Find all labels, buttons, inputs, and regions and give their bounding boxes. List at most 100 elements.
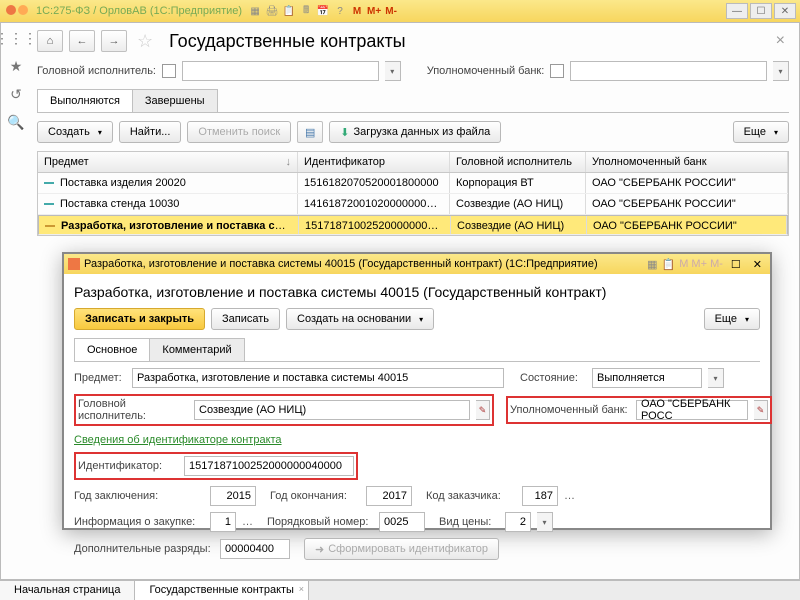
create-based-button[interactable]: Создать на основании▾ [286, 308, 434, 330]
label-extra: Дополнительные разряды: [74, 543, 214, 555]
dialog-tool-icon[interactable]: ▦ [647, 258, 657, 271]
state-dropdown[interactable]: ▾ [708, 368, 724, 388]
input-extra[interactable]: 00000400 [220, 539, 290, 559]
dialog-more-button[interactable]: Еще▾ [704, 308, 760, 330]
dialog-tab-main[interactable]: Основное [74, 338, 150, 361]
label-subject: Предмет: [74, 372, 126, 384]
filter-bank-checkbox[interactable] [550, 64, 564, 78]
close-tab-icon[interactable]: × [299, 584, 304, 594]
dialog-titlebar: Разработка, изготовление и поставка сист… [64, 254, 770, 274]
print-icon[interactable]: 🖨 [265, 4, 279, 18]
exec-group-highlight: Головной исполнитель: Созвездие (АО НИЦ)… [74, 394, 494, 426]
filter-exec-checkbox[interactable] [162, 64, 176, 78]
input-id[interactable]: 1517187100252000000040000 [184, 456, 354, 476]
table-row[interactable]: Поставка изделия 20020 15161820705200018… [38, 173, 788, 194]
table-row[interactable]: Поставка стенда 10030 141618720010200000… [38, 194, 788, 215]
favorite-icon[interactable]: ☆ [137, 31, 153, 52]
tab-finished[interactable]: Завершены [132, 89, 218, 112]
col-id[interactable]: Идентификатор [298, 152, 450, 172]
customer-more-button[interactable]: … [564, 490, 575, 502]
input-year-end[interactable]: 2017 [366, 486, 412, 506]
input-subject[interactable]: Разработка, изготовление и поставка сист… [132, 368, 504, 388]
col-bank[interactable]: Уполномоченный банк [586, 152, 788, 172]
contracts-table: Предмет↓ Идентификатор Головной исполнит… [37, 151, 789, 236]
create-button[interactable]: Создать▾ [37, 121, 113, 143]
star-icon[interactable]: ★ [7, 57, 25, 75]
back-button[interactable]: ← [69, 30, 95, 52]
price-dropdown[interactable]: ▾ [537, 512, 553, 532]
clipboard-icon[interactable]: 📋 [282, 4, 296, 18]
filter-exec-label: Головной исполнитель: [37, 65, 156, 77]
exec-lookup-icon[interactable]: ✎ [476, 400, 490, 420]
save-button[interactable]: Записать [211, 308, 280, 330]
load-from-file-button[interactable]: ⬇Загрузка данных из файла [329, 121, 501, 143]
input-price-kind[interactable]: 2 [505, 512, 531, 532]
m-plus-button[interactable]: M+ [367, 4, 381, 18]
filter-bank-select[interactable] [570, 61, 767, 81]
input-customer-code[interactable]: 187 [522, 486, 558, 506]
label-id: Идентификатор: [78, 460, 178, 472]
filter-exec-select[interactable] [182, 61, 379, 81]
col-exec[interactable]: Головной исполнитель [450, 152, 586, 172]
contract-dialog: Разработка, изготовление и поставка сист… [62, 252, 772, 530]
calc-icon[interactable]: 🖩 [299, 4, 313, 18]
section-identifier: Сведения об идентификаторе контракта [74, 434, 760, 446]
id-group-highlight: Идентификатор: 1517187100252000000040000 [74, 452, 358, 480]
page-title: Государственные контракты [169, 31, 405, 52]
dialog-restore-button[interactable]: ☐ [727, 258, 745, 271]
list-settings-icon[interactable]: ▤ [297, 121, 323, 143]
dialog-m[interactable]: M M+ M- [679, 258, 723, 270]
m-button[interactable]: M [350, 4, 364, 18]
m-minus-button[interactable]: M- [384, 4, 398, 18]
table-row[interactable]: Разработка, изготовление и поставка сист… [38, 215, 788, 235]
minimize-button[interactable]: — [726, 3, 748, 19]
dialog-tab-comment[interactable]: Комментарий [149, 338, 244, 361]
close-button[interactable]: ✕ [774, 3, 796, 19]
close-page-button[interactable]: × [772, 32, 789, 50]
menu-icon[interactable]: ▦ [248, 4, 262, 18]
generate-id-button[interactable]: ➜Сформировать идентификатор [304, 538, 499, 560]
input-procurement[interactable]: 1 [210, 512, 236, 532]
dialog-heading: Разработка, изготовление и поставка сист… [74, 284, 760, 300]
label-state: Состояние: [520, 372, 586, 384]
bottom-tab-home[interactable]: Начальная страница [0, 581, 135, 600]
label-customer-code: Код заказчика: [426, 490, 516, 502]
cancel-find-button[interactable]: Отменить поиск [187, 121, 291, 143]
dialog-icon [68, 258, 80, 270]
grid-icon[interactable]: ⋮⋮⋮ [7, 29, 25, 47]
input-year-start[interactable]: 2015 [210, 486, 256, 506]
system-tool-icons: ▦ 🖨 📋 🖩 📅 ? M M+ M- [248, 4, 398, 18]
help-icon[interactable]: ? [333, 4, 347, 18]
col-subject[interactable]: Предмет↓ [38, 152, 298, 172]
dialog-tool-icon[interactable]: 📋 [662, 258, 676, 271]
bank-lookup-icon[interactable]: ✎ [754, 400, 768, 420]
input-bank[interactable]: ОАО "СБЕРБАНК РОСС [636, 400, 748, 420]
save-close-button[interactable]: Записать и закрыть [74, 308, 205, 330]
dialog-window-title: Разработка, изготовление и поставка сист… [84, 258, 598, 270]
input-state[interactable]: Выполняется [592, 368, 702, 388]
find-button[interactable]: Найти... [119, 121, 182, 143]
maximize-button[interactable]: ☐ [750, 3, 772, 19]
label-year-end: Год окончания: [270, 490, 360, 502]
label-exec: Головной исполнитель: [78, 398, 188, 422]
label-procurement: Информация о закупке: [74, 516, 204, 528]
label-bank: Уполномоченный банк: [510, 404, 630, 416]
input-exec[interactable]: Созвездие (АО НИЦ) [194, 400, 470, 420]
search-icon[interactable]: 🔍 [7, 113, 25, 131]
more-button[interactable]: Еще▾ [733, 121, 789, 143]
home-button[interactable]: ⌂ [37, 30, 63, 52]
history-icon[interactable]: ↺ [7, 85, 25, 103]
left-sidebar: ⋮⋮⋮ ★ ↺ 🔍 [1, 23, 31, 579]
calendar-icon[interactable]: 📅 [316, 4, 330, 18]
window-title: 1С:275-ФЗ / ОрловАВ (1С:Предприятие) [36, 5, 242, 17]
filter-bank-label: Уполномоченный банк: [427, 65, 545, 77]
forward-button[interactable]: → [101, 30, 127, 52]
tab-active[interactable]: Выполняются [37, 89, 133, 112]
bottom-tab-contracts[interactable]: Государственные контракты× [135, 581, 309, 600]
dialog-close-button[interactable]: ✕ [749, 258, 766, 271]
label-price-kind: Вид цены: [439, 516, 499, 528]
filter-exec-dropdown[interactable]: ▾ [385, 61, 401, 81]
filter-bank-dropdown[interactable]: ▾ [773, 61, 789, 81]
input-seq[interactable]: 0025 [379, 512, 425, 532]
proc-more-button[interactable]: … [242, 516, 253, 528]
